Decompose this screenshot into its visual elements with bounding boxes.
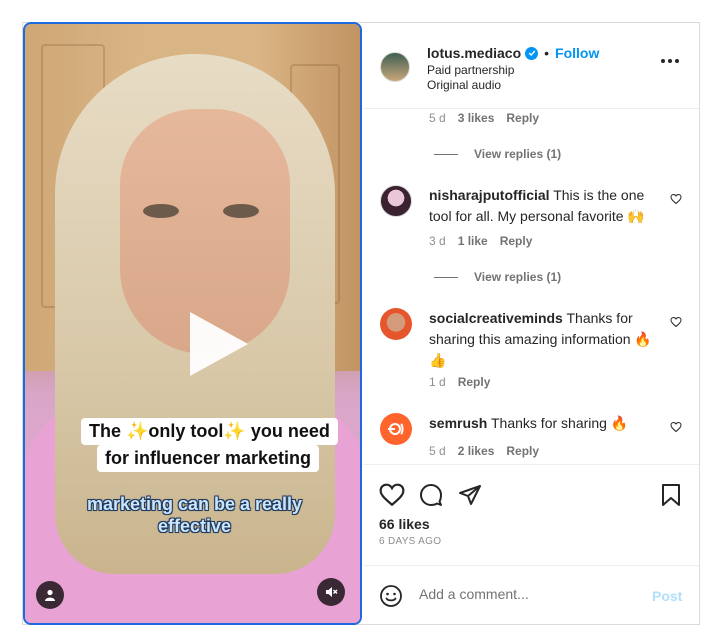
mute-button[interactable] [317, 578, 345, 606]
comment-text: Thanks for sharing 🔥 [491, 415, 629, 431]
comment-input[interactable] [419, 586, 639, 602]
paid-partnership-label[interactable]: Paid partnership [427, 63, 514, 77]
like-comment-heart-icon[interactable] [670, 316, 682, 328]
post-comment-button[interactable]: Post [652, 588, 682, 604]
comment-age: 1 d [429, 375, 446, 389]
reply-button[interactable]: Reply [506, 444, 539, 458]
user-icon [45, 589, 55, 601]
reel-video[interactable]: The ✨only tool✨ you need for influencer … [23, 22, 362, 625]
commenter-username[interactable]: nisharajputofficial [429, 187, 550, 203]
comment-meta: 1 d Reply [429, 375, 490, 389]
verified-badge-icon [525, 46, 539, 60]
share-send-icon[interactable] [458, 483, 482, 507]
view-replies-button[interactable]: View replies (1) [434, 147, 561, 161]
author-username[interactable]: lotus.mediaco [427, 45, 521, 61]
post-date: 6 DAYS AGO [379, 536, 442, 547]
reply-button[interactable]: Reply [500, 234, 533, 248]
view-replies-button[interactable]: View replies (1) [434, 270, 561, 284]
comment-age: 5 d [429, 111, 446, 125]
comment-meta: 5 d 2 likes Reply [429, 444, 539, 458]
reply-button[interactable]: Reply [506, 111, 539, 125]
commenter-avatar[interactable] [380, 308, 412, 340]
comment-meta: 3 d 1 like Reply [429, 234, 532, 248]
follow-button[interactable]: Follow [555, 45, 599, 61]
semrush-logo-icon [388, 423, 404, 435]
comment-bubble-icon[interactable] [419, 483, 443, 507]
comment-age: 5 d [429, 444, 446, 458]
bookmark-icon[interactable] [661, 483, 681, 507]
emoji-icon[interactable] [379, 584, 403, 608]
commenter-username[interactable]: socialcreativeminds [429, 310, 563, 326]
tagged-user-button[interactable] [36, 581, 64, 609]
like-heart-icon[interactable] [379, 483, 405, 507]
comment-likes[interactable]: 2 likes [458, 444, 495, 458]
post-header: lotus.mediaco • Follow Paid partnership … [363, 23, 699, 109]
commenter-avatar[interactable] [380, 185, 412, 217]
play-icon[interactable] [190, 312, 248, 376]
post-actions: 66 likes 6 DAYS AGO [363, 464, 699, 564]
video-subtitle-line2: effective [157, 516, 232, 536]
author-avatar[interactable] [380, 52, 410, 82]
reply-button[interactable]: Reply [458, 375, 491, 389]
like-comment-heart-icon[interactable] [670, 421, 682, 433]
separator-dot: • [544, 45, 550, 61]
video-subtitle-line1: marketing can be a really [86, 494, 303, 514]
video-caption-line2: for influencer marketing [97, 445, 320, 472]
more-options-icon[interactable] [661, 59, 679, 63]
comment-composer: Post [363, 565, 699, 625]
commenter-avatar[interactable] [380, 413, 412, 445]
speaker-muted-icon [326, 587, 338, 597]
comments-list[interactable]: 5 d 3 likes Reply View replies (1) nisha… [363, 109, 699, 464]
comment-likes[interactable]: 3 likes [458, 111, 495, 125]
comment-age: 3 d [429, 234, 446, 248]
video-caption-line1: The ✨only tool✨ you need [81, 418, 338, 445]
commenter-username[interactable]: semrush [429, 415, 487, 431]
comment-meta: 5 d 3 likes Reply [429, 111, 539, 125]
comment-likes[interactable]: 1 like [458, 234, 488, 248]
like-comment-heart-icon[interactable] [670, 193, 682, 205]
likes-count[interactable]: 66 likes [379, 516, 430, 532]
original-audio-link[interactable]: Original audio [427, 78, 501, 92]
